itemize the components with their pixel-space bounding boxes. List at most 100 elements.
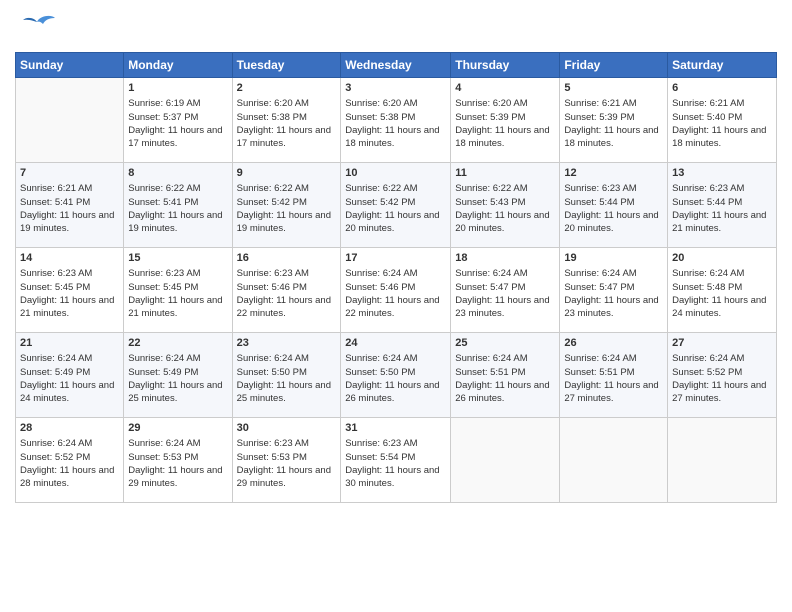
daylight: Daylight: 11 hours and 18 minutes.: [345, 125, 439, 149]
day-number: 4: [455, 81, 555, 96]
sunrise: Sunrise: 6:23 AM: [237, 438, 309, 449]
daylight: Daylight: 11 hours and 25 minutes.: [237, 380, 331, 404]
day-number: 19: [564, 251, 663, 266]
calendar-cell: 30Sunrise: 6:23 AMSunset: 5:53 PMDayligh…: [232, 418, 341, 503]
day-number: 24: [345, 336, 446, 351]
sunrise: Sunrise: 6:24 AM: [455, 268, 527, 279]
calendar-cell: 22Sunrise: 6:24 AMSunset: 5:49 PMDayligh…: [124, 333, 232, 418]
sunset: Sunset: 5:38 PM: [345, 112, 415, 123]
calendar-cell: 8Sunrise: 6:22 AMSunset: 5:41 PMDaylight…: [124, 163, 232, 248]
daylight: Daylight: 11 hours and 22 minutes.: [237, 295, 331, 319]
daylight: Daylight: 11 hours and 26 minutes.: [345, 380, 439, 404]
calendar-body: 1Sunrise: 6:19 AMSunset: 5:37 PMDaylight…: [16, 78, 777, 503]
day-number: 15: [128, 251, 227, 266]
day-number: 3: [345, 81, 446, 96]
day-number: 10: [345, 166, 446, 181]
calendar-cell: 21 Sunrise: 6:24 AM Sunset: 5:49 PM Dayligh…: [16, 333, 124, 418]
day-number: 2: [237, 81, 337, 96]
daylight: Daylight: 11 hours and 21 minutes.: [128, 295, 222, 319]
day-number: 31: [345, 421, 446, 436]
calendar-cell: 18Sunrise: 6:24 AMSunset: 5:47 PMDayligh…: [451, 248, 560, 333]
sunset: Sunset: 5:39 PM: [564, 112, 634, 123]
logo-bird-icon: [19, 14, 57, 44]
sunrise: Sunrise: 6:21 AM: [564, 98, 636, 109]
calendar-cell: 27Sunrise: 6:24 AMSunset: 5:52 PMDayligh…: [668, 333, 777, 418]
sunset: Sunset: 5:50 PM: [345, 367, 415, 378]
sunset: Sunset: 5:45 PM: [20, 282, 90, 293]
sunset: Sunset: 5:50 PM: [237, 367, 307, 378]
sunrise: Sunrise: 6:20 AM: [345, 98, 417, 109]
calendar-week-2: 7Sunrise: 6:21 AMSunset: 5:41 PMDaylight…: [16, 163, 777, 248]
calendar-cell: 4Sunrise: 6:20 AMSunset: 5:39 PMDaylight…: [451, 78, 560, 163]
sunset: Sunset: 5:49 PM: [128, 367, 198, 378]
daylight: Daylight: 11 hours and 19 minutes.: [20, 210, 114, 234]
sunset: Sunset: 5:41 PM: [128, 197, 198, 208]
day-number: 26: [564, 336, 663, 351]
calendar-cell: [16, 78, 124, 163]
logo: [15, 14, 57, 44]
daylight: Daylight: 11 hours and 19 minutes.: [128, 210, 222, 234]
page-header: [15, 10, 777, 44]
calendar-cell: 14Sunrise: 6:23 AMSunset: 5:45 PMDayligh…: [16, 248, 124, 333]
sunrise: Sunrise: 6:19 AM: [128, 98, 200, 109]
day-number: 1: [128, 81, 227, 96]
calendar-cell: 31Sunrise: 6:23 AMSunset: 5:54 PMDayligh…: [341, 418, 451, 503]
daylight: Daylight: 11 hours and 22 minutes.: [345, 295, 439, 319]
sunrise: Sunrise: 6:22 AM: [345, 183, 417, 194]
day-number: 16: [237, 251, 337, 266]
day-number: 25: [455, 336, 555, 351]
sunrise: Sunrise: 6:24 AM: [564, 353, 636, 364]
daylight: Daylight: 11 hours and 27 minutes.: [672, 380, 766, 404]
sunrise: Sunrise: 6:22 AM: [455, 183, 527, 194]
header-sunday: Sunday: [16, 53, 124, 78]
daylight: Daylight: 11 hours and 21 minutes.: [672, 210, 766, 234]
calendar-cell: 20Sunrise: 6:24 AMSunset: 5:48 PMDayligh…: [668, 248, 777, 333]
daylight: Daylight: 11 hours and 29 minutes.: [237, 465, 331, 489]
day-number: 12: [564, 166, 663, 181]
header-saturday: Saturday: [668, 53, 777, 78]
day-number: 22: [128, 336, 227, 351]
calendar-week-5: 28 Sunrise: 6:24 AM Sunset: 5:52 PM Dayligh…: [16, 418, 777, 503]
sunset: Sunset: 5:47 PM: [564, 282, 634, 293]
calendar-cell: 13Sunrise: 6:23 AMSunset: 5:44 PMDayligh…: [668, 163, 777, 248]
daylight: Daylight: 11 hours and 29 minutes.: [128, 465, 222, 489]
daylight: Daylight: 11 hours and 18 minutes.: [672, 125, 766, 149]
sunrise: Sunrise: 6:24 AM: [20, 438, 92, 449]
sunset: Sunset: 5:39 PM: [455, 112, 525, 123]
header-friday: Friday: [560, 53, 668, 78]
sunrise: Sunrise: 6:24 AM: [672, 353, 744, 364]
day-number: 8: [128, 166, 227, 181]
sunrise: Sunrise: 6:24 AM: [672, 268, 744, 279]
daylight: Daylight: 11 hours and 30 minutes.: [345, 465, 439, 489]
sunrise: Sunrise: 6:23 AM: [345, 438, 417, 449]
sunset: Sunset: 5:52 PM: [20, 452, 90, 463]
calendar-week-3: 14Sunrise: 6:23 AMSunset: 5:45 PMDayligh…: [16, 248, 777, 333]
day-number: 23: [237, 336, 337, 351]
day-number: 11: [455, 166, 555, 181]
calendar-cell: 9Sunrise: 6:22 AMSunset: 5:42 PMDaylight…: [232, 163, 341, 248]
calendar-cell: 11Sunrise: 6:22 AMSunset: 5:43 PMDayligh…: [451, 163, 560, 248]
daylight: Daylight: 11 hours and 24 minutes.: [20, 380, 114, 404]
sunrise: Sunrise: 6:20 AM: [455, 98, 527, 109]
header-tuesday: Tuesday: [232, 53, 341, 78]
sunrise: Sunrise: 6:24 AM: [20, 353, 92, 364]
day-number: 21: [20, 336, 119, 351]
day-number: 17: [345, 251, 446, 266]
sunset: Sunset: 5:52 PM: [672, 367, 742, 378]
daylight: Daylight: 11 hours and 17 minutes.: [128, 125, 222, 149]
day-number: 7: [20, 166, 119, 181]
sunrise: Sunrise: 6:21 AM: [672, 98, 744, 109]
sunrise: Sunrise: 6:24 AM: [345, 353, 417, 364]
day-number: 9: [237, 166, 337, 181]
sunrise: Sunrise: 6:24 AM: [128, 353, 200, 364]
calendar-cell: [668, 418, 777, 503]
sunset: Sunset: 5:47 PM: [455, 282, 525, 293]
day-number: 18: [455, 251, 555, 266]
day-number: 20: [672, 251, 772, 266]
sunset: Sunset: 5:49 PM: [20, 367, 90, 378]
sunset: Sunset: 5:48 PM: [672, 282, 742, 293]
daylight: Daylight: 11 hours and 28 minutes.: [20, 465, 114, 489]
day-number: 28: [20, 421, 119, 436]
day-number: 6: [672, 81, 772, 96]
calendar-cell: 29Sunrise: 6:24 AMSunset: 5:53 PMDayligh…: [124, 418, 232, 503]
